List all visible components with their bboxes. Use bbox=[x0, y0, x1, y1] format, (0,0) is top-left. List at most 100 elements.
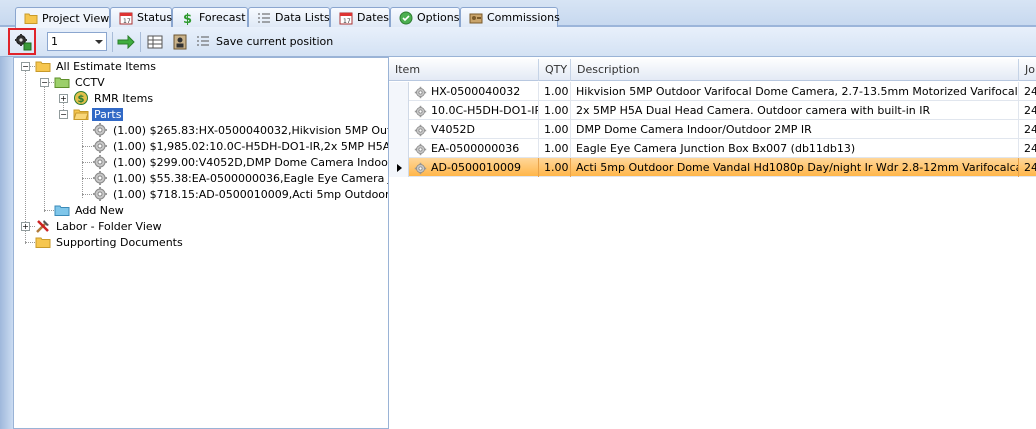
row-indicator bbox=[389, 139, 409, 158]
gear-icon bbox=[414, 162, 427, 174]
collapsed-side-panel[interactable] bbox=[0, 57, 13, 429]
item-cell: HX-0500040032 bbox=[409, 82, 539, 101]
chevron-down-icon bbox=[95, 40, 103, 44]
qty-cell: 1.00 bbox=[539, 101, 571, 120]
tools-icon bbox=[36, 220, 49, 233]
collapse-toggle[interactable]: − bbox=[21, 62, 30, 71]
contact-card-icon bbox=[173, 34, 187, 50]
table-row[interactable]: 10.0C-H5DH-DO1-IR 1.00 2x 5MP H5A Dual H… bbox=[389, 101, 1036, 120]
tree-node-part-item[interactable]: (1.00) $718.15:AD-0500010009,Acti 5mp Ou… bbox=[92, 186, 404, 202]
tree-node-part-item[interactable]: (1.00) $1,985.02:10.0C-H5DH-DO1-IR,2x 5M… bbox=[92, 138, 404, 154]
tab-label: Dates bbox=[357, 11, 390, 24]
column-header-qty[interactable]: QTY bbox=[539, 59, 571, 81]
gear-icon bbox=[414, 105, 427, 117]
folder-icon bbox=[35, 61, 51, 72]
table-icon bbox=[147, 35, 163, 49]
svg-text:17: 17 bbox=[123, 18, 131, 25]
item-code: EA-0500000036 bbox=[431, 142, 520, 155]
column-header-extra[interactable]: Jo bbox=[1019, 59, 1036, 81]
tree-node-parts[interactable]: Parts bbox=[73, 106, 124, 122]
tab-strip: Project View 17 Status $ Forecast Data L… bbox=[0, 0, 1036, 28]
gear-icon bbox=[93, 155, 107, 169]
folder-icon bbox=[35, 237, 51, 248]
qty-cell: 1.00 bbox=[539, 82, 571, 101]
tree-node-all-estimate-items[interactable]: All Estimate Items bbox=[35, 58, 158, 74]
table-row[interactable]: EA-0500000036 1.00 Eagle Eye Camera Junc… bbox=[389, 139, 1036, 158]
gear-icon bbox=[93, 171, 107, 185]
description-cell: 2x 5MP H5A Dual Head Camera. Outdoor cam… bbox=[571, 101, 1019, 120]
table-row-selected[interactable]: AD-0500010009 1.00 Acti 5mp Outdoor Dome… bbox=[389, 158, 1036, 177]
tree-connector bbox=[82, 146, 92, 147]
gear-icon bbox=[414, 143, 427, 155]
tab-status[interactable]: 17 Status bbox=[110, 7, 172, 27]
tree-node-labor[interactable]: Labor - Folder View bbox=[35, 218, 164, 234]
tree-node-part-item[interactable]: (1.00) $55.38:EA-0500000036,Eagle Eye Ca… bbox=[92, 170, 407, 186]
item-cell: AD-0500010009 bbox=[409, 158, 539, 177]
item-code: AD-0500010009 bbox=[431, 161, 521, 174]
column-header-item[interactable]: Item bbox=[389, 59, 539, 81]
qty-cell: 1.00 bbox=[539, 139, 571, 158]
toolbar-divider bbox=[112, 32, 113, 52]
tree-node-supporting-documents[interactable]: Supporting Documents bbox=[35, 234, 185, 250]
tree-connector bbox=[44, 82, 45, 212]
gear-icon bbox=[93, 187, 107, 201]
tree-connector bbox=[82, 178, 92, 179]
tab-dates[interactable]: 17 Dates bbox=[330, 7, 390, 27]
description-cell: Eagle Eye Camera Junction Box Bx007 (db1… bbox=[571, 139, 1019, 158]
qty-cell: 1.00 bbox=[539, 158, 571, 177]
level-combo[interactable]: 1 bbox=[47, 32, 107, 51]
tab-label: Options bbox=[417, 11, 460, 24]
list-icon bbox=[197, 36, 209, 46]
expand-toggle[interactable]: + bbox=[59, 94, 68, 103]
tree-node-add-new[interactable]: Add New bbox=[54, 202, 126, 218]
tab-options[interactable]: Options bbox=[390, 7, 460, 27]
tree-node-part-item[interactable]: (1.00) $299.00:V4052D,DMP Dome Camera In… bbox=[92, 154, 407, 170]
tree-node-rmr-items[interactable]: $ RMR Items bbox=[73, 90, 155, 106]
tree-node-cctv[interactable]: CCTV bbox=[54, 74, 107, 90]
commission-icon bbox=[469, 13, 483, 23]
row-indicator bbox=[389, 101, 409, 120]
contact-button[interactable] bbox=[170, 33, 190, 51]
open-folder-icon bbox=[73, 109, 89, 120]
tab-commissions[interactable]: Commissions bbox=[460, 7, 560, 27]
row-indicator bbox=[389, 82, 409, 101]
go-button[interactable] bbox=[116, 33, 136, 51]
tab-project-view[interactable]: Project View bbox=[15, 7, 110, 28]
tab-forecast[interactable]: $ Forecast bbox=[172, 7, 248, 27]
description-cell: DMP Dome Camera Indoor/Outdoor 2MP IR bbox=[571, 120, 1019, 139]
gear-icon bbox=[93, 139, 107, 153]
column-header-description[interactable]: Description bbox=[571, 59, 1019, 81]
svg-text:17: 17 bbox=[343, 18, 351, 25]
tree-node-part-item[interactable]: (1.00) $265.83:HX-0500040032,Hikvision 5… bbox=[92, 122, 407, 138]
items-grid: Item QTY Description Jo HX-0500040032 1.… bbox=[388, 57, 1036, 429]
tree-connector bbox=[44, 210, 54, 211]
settings-button[interactable] bbox=[14, 33, 32, 51]
table-row[interactable]: HX-0500040032 1.00 Hikvision 5MP Outdoor… bbox=[389, 82, 1036, 101]
collapse-toggle[interactable]: − bbox=[40, 78, 49, 87]
grid-view-button[interactable] bbox=[145, 33, 165, 51]
row-indicator bbox=[389, 158, 409, 177]
toolbar-divider bbox=[140, 32, 141, 52]
calendar-icon: 17 bbox=[339, 12, 353, 25]
item-code: V4052D bbox=[431, 123, 475, 136]
dollar-icon: $ bbox=[183, 12, 192, 25]
expand-toggle[interactable]: + bbox=[21, 222, 30, 231]
gear-icon bbox=[414, 86, 427, 98]
row-indicator bbox=[389, 120, 409, 139]
description-cell: Acti 5mp Outdoor Dome Vandal Hd1080p Day… bbox=[571, 158, 1019, 177]
folder-icon bbox=[24, 13, 38, 24]
save-position-button[interactable]: Save current position bbox=[196, 34, 333, 48]
extra-cell: 24 bbox=[1024, 161, 1036, 174]
tab-data-lists[interactable]: Data Lists bbox=[248, 7, 330, 27]
description-cell: Hikvision 5MP Outdoor Varifocal Dome Cam… bbox=[571, 82, 1019, 101]
gear-icon bbox=[414, 124, 427, 136]
arrow-right-icon bbox=[117, 35, 135, 49]
extra-cell: 24 bbox=[1024, 104, 1036, 117]
tree-connector bbox=[25, 66, 26, 244]
item-cell: EA-0500000036 bbox=[409, 139, 539, 158]
extra-cell: 24 bbox=[1024, 85, 1036, 98]
item-code: 10.0C-H5DH-DO1-IR bbox=[431, 104, 539, 117]
collapse-toggle[interactable]: − bbox=[59, 110, 68, 119]
table-row[interactable]: V4052D 1.00 DMP Dome Camera Indoor/Outdo… bbox=[389, 120, 1036, 139]
tree-connector bbox=[82, 194, 92, 195]
